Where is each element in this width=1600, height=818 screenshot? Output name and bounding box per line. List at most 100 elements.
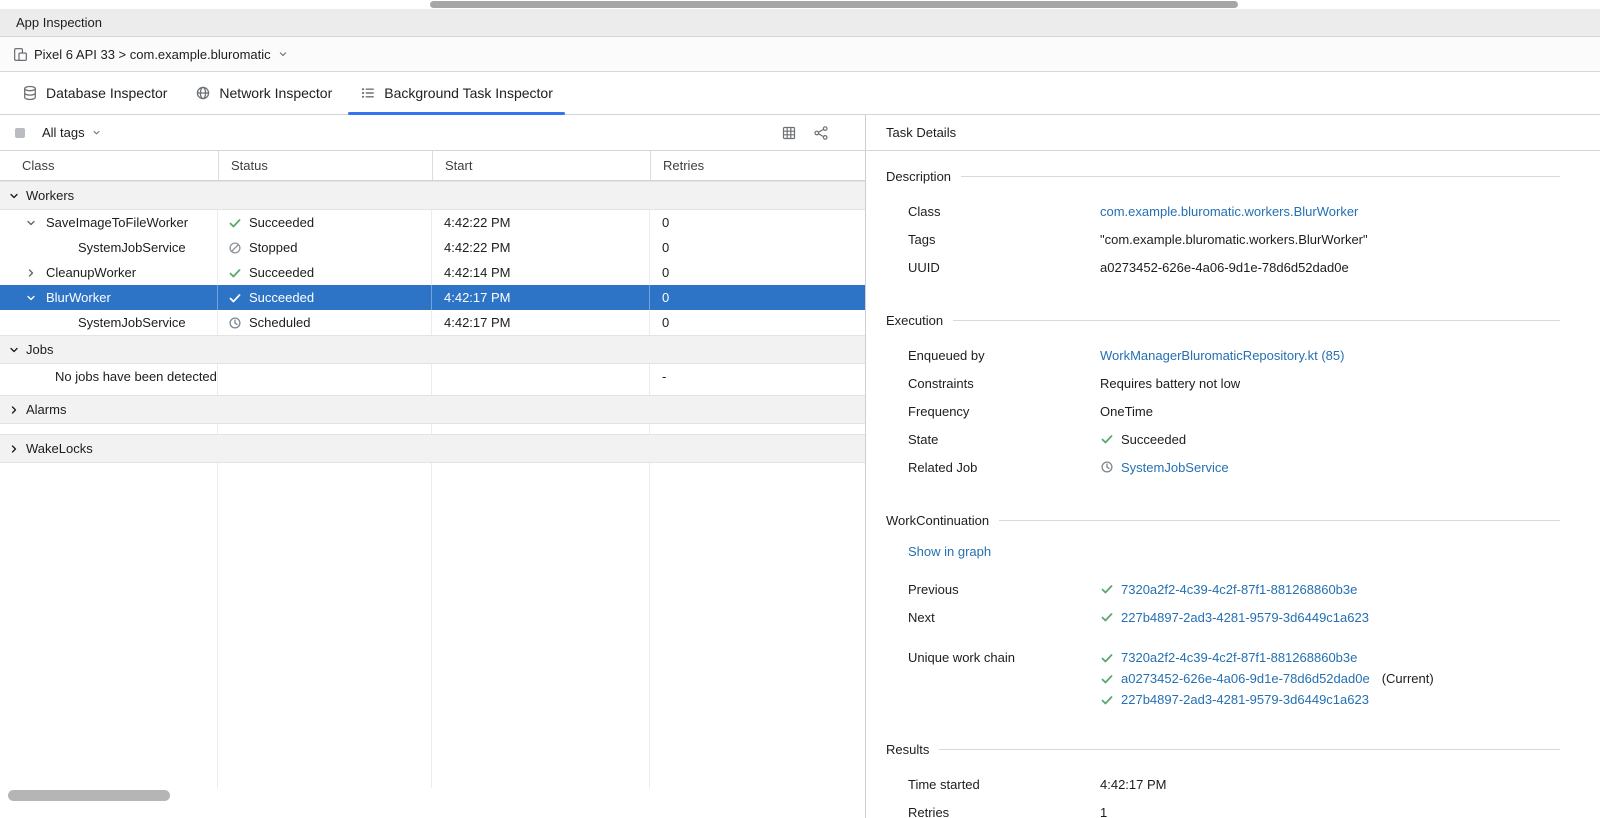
table-row[interactable]: No jobs have been detected - <box>0 364 865 389</box>
table-row[interactable]: BlurWorkerSucceeded4:42:17 PM0 <box>0 285 865 310</box>
chevron-right-icon[interactable] <box>8 404 20 416</box>
table-horizontal-scrollbar[interactable] <box>0 790 864 802</box>
chevron-down-icon[interactable] <box>8 190 20 202</box>
detail-value-link[interactable]: 227b4897-2ad3-4281-9579-3d6449c1a623 <box>1121 610 1369 625</box>
cell-retries: 0 <box>650 235 865 260</box>
chevron-down-icon[interactable] <box>22 292 40 304</box>
section-label: WakeLocks <box>26 441 93 456</box>
tag-filter-dropdown[interactable]: All tags <box>42 125 102 140</box>
tab-network-inspector[interactable]: Network Inspector <box>181 72 346 114</box>
network-icon <box>195 85 211 101</box>
detail-value-link[interactable]: 7320a2f2-4c39-4c2f-87f1-881268860b3e <box>1121 582 1357 597</box>
work-chain-entry: 227b4897-2ad3-4281-9579-3d6449c1a623 <box>1100 689 1434 710</box>
clock-icon <box>228 316 242 330</box>
toolbar-view-switchers <box>781 125 851 141</box>
work-chain-entry: 7320a2f2-4c39-4c2f-87f1-881268860b3e <box>1100 647 1434 668</box>
task-list-icon <box>360 85 376 101</box>
detail-value-link[interactable]: SystemJobService <box>1121 460 1229 475</box>
section-rule <box>939 749 1560 750</box>
detail-row-tags: Tags"com.example.bluromatic.workers.Blur… <box>886 225 1560 253</box>
check-icon <box>228 216 242 230</box>
cell-start: 4:42:17 PM <box>432 310 650 335</box>
section-workers[interactable]: Workers <box>0 181 865 210</box>
task-details-title: Task Details <box>886 125 956 140</box>
detail-section-title: Description <box>886 169 951 184</box>
row-class-label: BlurWorker <box>46 290 111 305</box>
detail-row-enqueued-by: Enqueued byWorkManagerBluromaticReposito… <box>886 341 1560 369</box>
row-retries-label: 0 <box>662 315 669 330</box>
detail-value-link[interactable]: 7320a2f2-4c39-4c2f-87f1-881268860b3e <box>1121 650 1357 665</box>
scrollbar-thumb[interactable] <box>430 1 1238 8</box>
work-chain-entry: a0273452-626e-4a06-9d1e-78d6d52dad0e (Cur… <box>1100 668 1434 689</box>
row-start-label: 4:42:17 PM <box>444 315 511 330</box>
detail-value-cell: 7320a2f2-4c39-4c2f-87f1-881268860b3e <box>1100 582 1357 597</box>
cell-class: No jobs have been detected <box>0 364 218 389</box>
row-retries-label: - <box>662 369 666 384</box>
chevron-down-icon[interactable] <box>8 344 20 356</box>
stopped-icon <box>228 241 242 255</box>
chevron-down-icon[interactable] <box>22 217 40 229</box>
inspector-tabs: Database Inspector Network Inspector <box>0 72 1600 115</box>
detail-value-cell: OneTime <box>1100 404 1153 419</box>
check-icon <box>1100 582 1114 596</box>
detail-section-workcontinuation: WorkContinuation Show in graph Previous732… <box>886 511 1560 710</box>
detail-value: a0273452-626e-4a06-9d1e-78d6d52dad0e <box>1100 260 1349 275</box>
scrollbar-thumb[interactable] <box>8 790 170 801</box>
cell-retries: - <box>650 364 865 389</box>
row-start-label: 4:42:17 PM <box>444 290 511 305</box>
row-status-label: Succeeded <box>249 215 314 230</box>
cell-start: 4:42:14 PM <box>432 260 650 285</box>
stop-inspector-button[interactable] <box>14 127 26 139</box>
table-row[interactable]: SystemJobServiceStopped4:42:22 PM0 <box>0 235 865 260</box>
detail-row-state: StateSucceeded <box>886 425 1560 453</box>
detail-row-uuid: UUIDa0273452-626e-4a06-9d1e-78d6d52dad0e <box>886 253 1560 281</box>
device-selector[interactable]: Pixel 6 API 33 > com.example.bluromatic <box>34 47 271 62</box>
detail-row-next: Next227b4897-2ad3-4281-9579-3d6449c1a623 <box>886 603 1560 631</box>
task-details-body: DescriptionClasscom.example.bluromatic.w… <box>866 151 1600 818</box>
chevron-right-icon[interactable] <box>22 267 40 279</box>
editor-horizontal-scrollbar[interactable] <box>0 0 1600 9</box>
column-header-start[interactable]: Start <box>432 151 650 180</box>
column-header-retries[interactable]: Retries <box>650 151 865 180</box>
detail-row-frequency: FrequencyOneTime <box>886 397 1560 425</box>
column-header-class[interactable]: Class <box>0 151 218 180</box>
detail-section-title: Execution <box>886 313 943 328</box>
detail-value-cell: "com.example.bluromatic.workers.BlurWork… <box>1100 232 1368 247</box>
detail-row-previous: Previous7320a2f2-4c39-4c2f-87f1-88126886… <box>886 575 1560 603</box>
row-retries-label: 0 <box>662 215 669 230</box>
show-in-graph-link[interactable]: Show in graph <box>908 544 991 559</box>
detail-value: "com.example.bluromatic.workers.BlurWork… <box>1100 232 1368 247</box>
check-icon <box>1100 672 1114 686</box>
tab-database-inspector[interactable]: Database Inspector <box>8 72 181 114</box>
cell-retries: 0 <box>650 260 865 285</box>
current-marker: (Current) <box>1382 671 1434 686</box>
table-view-icon[interactable] <box>781 125 797 141</box>
detail-value-link[interactable]: com.example.bluromatic.workers.BlurWorke… <box>1100 204 1358 219</box>
detail-section-title: Results <box>886 742 929 757</box>
tab-background-task-inspector[interactable]: Background Task Inspector <box>346 72 567 114</box>
table-row[interactable]: SystemJobServiceScheduled4:42:17 PM0 <box>0 310 865 335</box>
cell-status <box>218 364 432 389</box>
section-wakelocks[interactable]: WakeLocks <box>0 434 865 463</box>
chevron-right-icon[interactable] <box>8 443 20 455</box>
graph-view-icon[interactable] <box>813 125 829 141</box>
detail-label: Time started <box>886 777 1100 792</box>
column-header-status[interactable]: Status <box>218 151 432 180</box>
section-jobs[interactable]: Jobs <box>0 335 865 364</box>
detail-value: Succeeded <box>1121 432 1186 447</box>
row-status-label: Scheduled <box>249 315 310 330</box>
detail-label: Enqueued by <box>886 348 1100 363</box>
panel-titlebar: App Inspection <box>0 9 1600 37</box>
detail-section-title: WorkContinuation <box>886 513 989 528</box>
row-class-label: SystemJobService <box>78 240 186 255</box>
detail-section-title-row: WorkContinuation <box>886 511 1560 529</box>
detail-value-link[interactable]: WorkManagerBluromaticRepository.kt (85) <box>1100 348 1344 363</box>
detail-value-link[interactable]: 227b4897-2ad3-4281-9579-3d6449c1a623 <box>1121 692 1369 707</box>
cell-status: Succeeded <box>218 210 432 235</box>
table-row[interactable]: CleanupWorkerSucceeded4:42:14 PM0 <box>0 260 865 285</box>
row-class-label: CleanupWorker <box>46 265 136 280</box>
table-row[interactable]: SaveImageToFileWorkerSucceeded4:42:22 PM… <box>0 210 865 235</box>
row-retries-label: 0 <box>662 240 669 255</box>
section-alarms[interactable]: Alarms <box>0 395 865 424</box>
detail-value-link[interactable]: a0273452-626e-4a06-9d1e-78d6d52dad0e <box>1121 671 1370 686</box>
